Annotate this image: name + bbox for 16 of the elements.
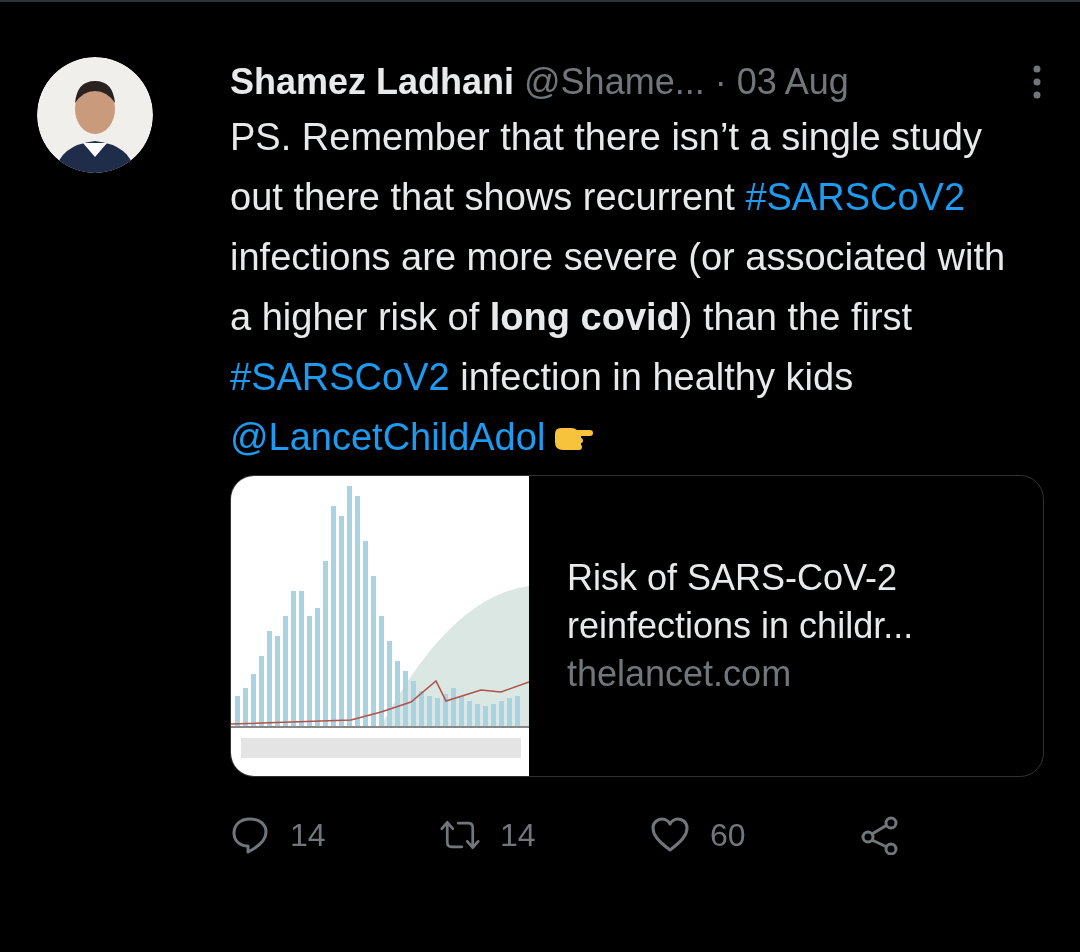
tweet-time[interactable]: · 03 Aug (714, 57, 849, 107)
author-handle[interactable]: @Shame... (524, 57, 705, 107)
retweet-button[interactable]: 14 (440, 815, 650, 855)
share-button[interactable] (860, 815, 900, 855)
speech-bubble-icon (230, 815, 270, 855)
hashtag-link[interactable]: #SARSCoV2 (230, 356, 450, 398)
share-icon (860, 815, 900, 855)
card-title[interactable]: Risk of SARS-CoV-2 reinfections in childr... (567, 554, 1013, 650)
author-name[interactable]: Shamez Ladhani (230, 57, 515, 107)
mention-link[interactable]: @LancetChildAdol (230, 416, 546, 458)
card-domain: thelancet.com (567, 652, 793, 696)
reply-button[interactable]: 14 (230, 815, 440, 855)
tweet-text: PS. Remember that there isn’t a single study out there that shows recurrent #SARSCoV2 infections are more severe (or associated with a higher risk of long covid) than the first #SARSCoV2 infection in healthy kids @LancetChildAdol (230, 115, 1007, 460)
link-card[interactable]: Risk of SARS-CoV-2 reinfections in childr... thelancet.com (230, 475, 1044, 777)
hashtag-link[interactable]: #SARSCoV2 (745, 176, 966, 218)
like-button[interactable]: 60 (650, 815, 860, 855)
